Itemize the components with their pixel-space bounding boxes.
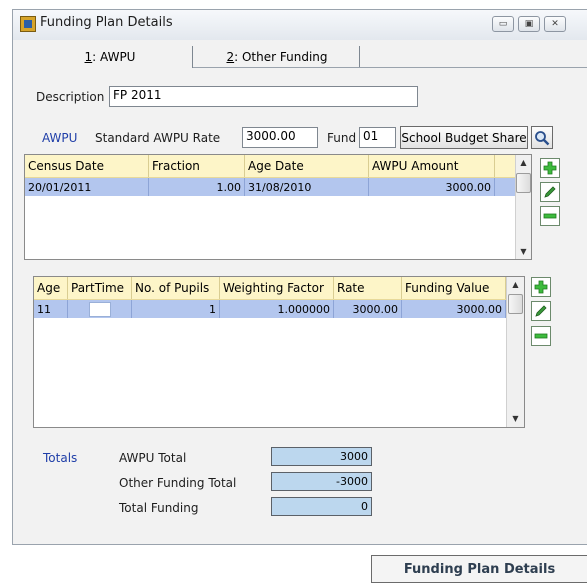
scroll-down-icon[interactable]: ▼ — [508, 411, 523, 425]
fund-input[interactable]: 01 — [359, 127, 396, 148]
remove-age-button[interactable] — [531, 326, 551, 346]
awpu-amount-cell[interactable]: 3000.00 — [369, 178, 495, 196]
age-grid-header: Age PartTime No. of Pupils Weighting Fac… — [34, 277, 506, 300]
tab-other-funding-key: 2 — [226, 50, 235, 64]
pencil-icon — [535, 305, 547, 317]
awpu-total-label: AWPU Total — [119, 451, 187, 465]
rate-cell[interactable]: 3000.00 — [334, 300, 402, 318]
scroll-up-icon[interactable]: ▲ — [508, 277, 523, 291]
total-funding-value: 0 — [271, 497, 372, 516]
minimize-icon: ▭ — [498, 19, 508, 29]
parttime-checkbox[interactable] — [88, 301, 111, 317]
funding-value-cell[interactable]: 3000.00 — [402, 300, 506, 318]
age-col-rate[interactable]: Rate — [334, 277, 402, 299]
plus-icon — [543, 161, 557, 175]
pencil-icon — [544, 186, 556, 198]
other-funding-total-value: -3000 — [271, 472, 372, 491]
age-grid: Age PartTime No. of Pupils Weighting Fac… — [33, 276, 525, 428]
other-funding-total-label: Other Funding Total — [119, 476, 237, 490]
remove-census-button[interactable] — [540, 206, 560, 226]
tab-divider — [193, 67, 587, 68]
standard-rate-label: Standard AWPU Rate — [95, 131, 221, 145]
pupils-cell[interactable]: 1 — [132, 300, 220, 318]
age-col-age[interactable]: Age — [34, 277, 68, 299]
fraction-cell[interactable]: 1.00 — [149, 178, 245, 196]
awpu-label: AWPU — [42, 131, 78, 145]
close-button[interactable]: ✕ — [544, 16, 566, 32]
census-col-age-date[interactable]: Age Date — [245, 155, 369, 177]
minus-icon — [543, 213, 557, 219]
description-label: Description — [36, 90, 105, 104]
tab-awpu-key: 1 — [84, 50, 93, 64]
edit-age-button[interactable] — [531, 301, 551, 321]
standard-rate-input[interactable]: 3000.00 — [242, 127, 318, 148]
search-button[interactable] — [531, 126, 553, 149]
census-grid-scrollbar[interactable]: ▲ ▼ — [515, 155, 531, 259]
window-title: Funding Plan Details — [40, 15, 173, 30]
census-col-awpu-amount[interactable]: AWPU Amount — [369, 155, 495, 177]
awpu-total-value: 3000 — [271, 447, 372, 466]
total-funding-label: Total Funding — [119, 501, 199, 515]
tab-other-funding-label: : Other Funding — [234, 50, 328, 64]
footer-caption: Funding Plan Details — [371, 555, 587, 583]
school-budget-share-button[interactable]: School Budget Share — [400, 126, 528, 149]
maximize-icon: ▣ — [524, 19, 534, 29]
add-age-button[interactable] — [531, 277, 551, 297]
edit-census-button[interactable] — [540, 182, 560, 202]
age-col-weighting[interactable]: Weighting Factor — [220, 277, 334, 299]
census-col-fraction[interactable]: Fraction — [149, 155, 245, 177]
age-cell[interactable]: 11 — [34, 300, 68, 318]
minimize-button[interactable]: ▭ — [492, 16, 514, 32]
scroll-up-icon[interactable]: ▲ — [516, 155, 531, 169]
scroll-thumb[interactable] — [508, 294, 523, 314]
census-date-cell[interactable]: 20/01/2011 — [25, 178, 149, 196]
fund-label: Fund — [327, 131, 357, 145]
description-input[interactable]: FP 2011 — [109, 86, 418, 107]
tab-other-funding[interactable]: 2: Other Funding — [195, 46, 360, 68]
plus-icon — [534, 280, 548, 294]
census-col-census-date[interactable]: Census Date — [25, 155, 149, 177]
table-row[interactable]: 11 1 1.000000 3000.00 3000.00 — [34, 300, 506, 318]
scroll-thumb[interactable] — [516, 173, 531, 193]
tab-awpu-label: : AWPU — [92, 50, 136, 64]
maximize-button[interactable]: ▣ — [518, 16, 540, 32]
add-census-button[interactable] — [540, 158, 560, 178]
census-grid-header: Census Date Fraction Age Date AWPU Amoun… — [25, 155, 515, 178]
age-col-pupils[interactable]: No. of Pupils — [132, 277, 220, 299]
funding-plan-icon — [20, 16, 36, 32]
age-col-funding-value[interactable]: Funding Value — [402, 277, 506, 299]
weighting-cell[interactable]: 1.000000 — [220, 300, 334, 318]
close-icon: ✕ — [551, 19, 559, 29]
table-row[interactable]: 20/01/2011 1.00 31/08/2010 3000.00 — [25, 178, 515, 196]
minus-icon — [534, 333, 548, 339]
age-col-parttime[interactable]: PartTime — [68, 277, 132, 299]
age-date-cell[interactable]: 31/08/2010 — [245, 178, 369, 196]
totals-label: Totals — [43, 451, 78, 465]
census-grid: Census Date Fraction Age Date AWPU Amoun… — [24, 154, 532, 260]
search-icon — [535, 130, 550, 145]
age-grid-scrollbar[interactable]: ▲ ▼ — [506, 277, 524, 427]
scroll-down-icon[interactable]: ▼ — [516, 244, 531, 258]
parttime-cell[interactable] — [68, 300, 132, 318]
tab-awpu[interactable]: 1: AWPU — [28, 46, 193, 68]
